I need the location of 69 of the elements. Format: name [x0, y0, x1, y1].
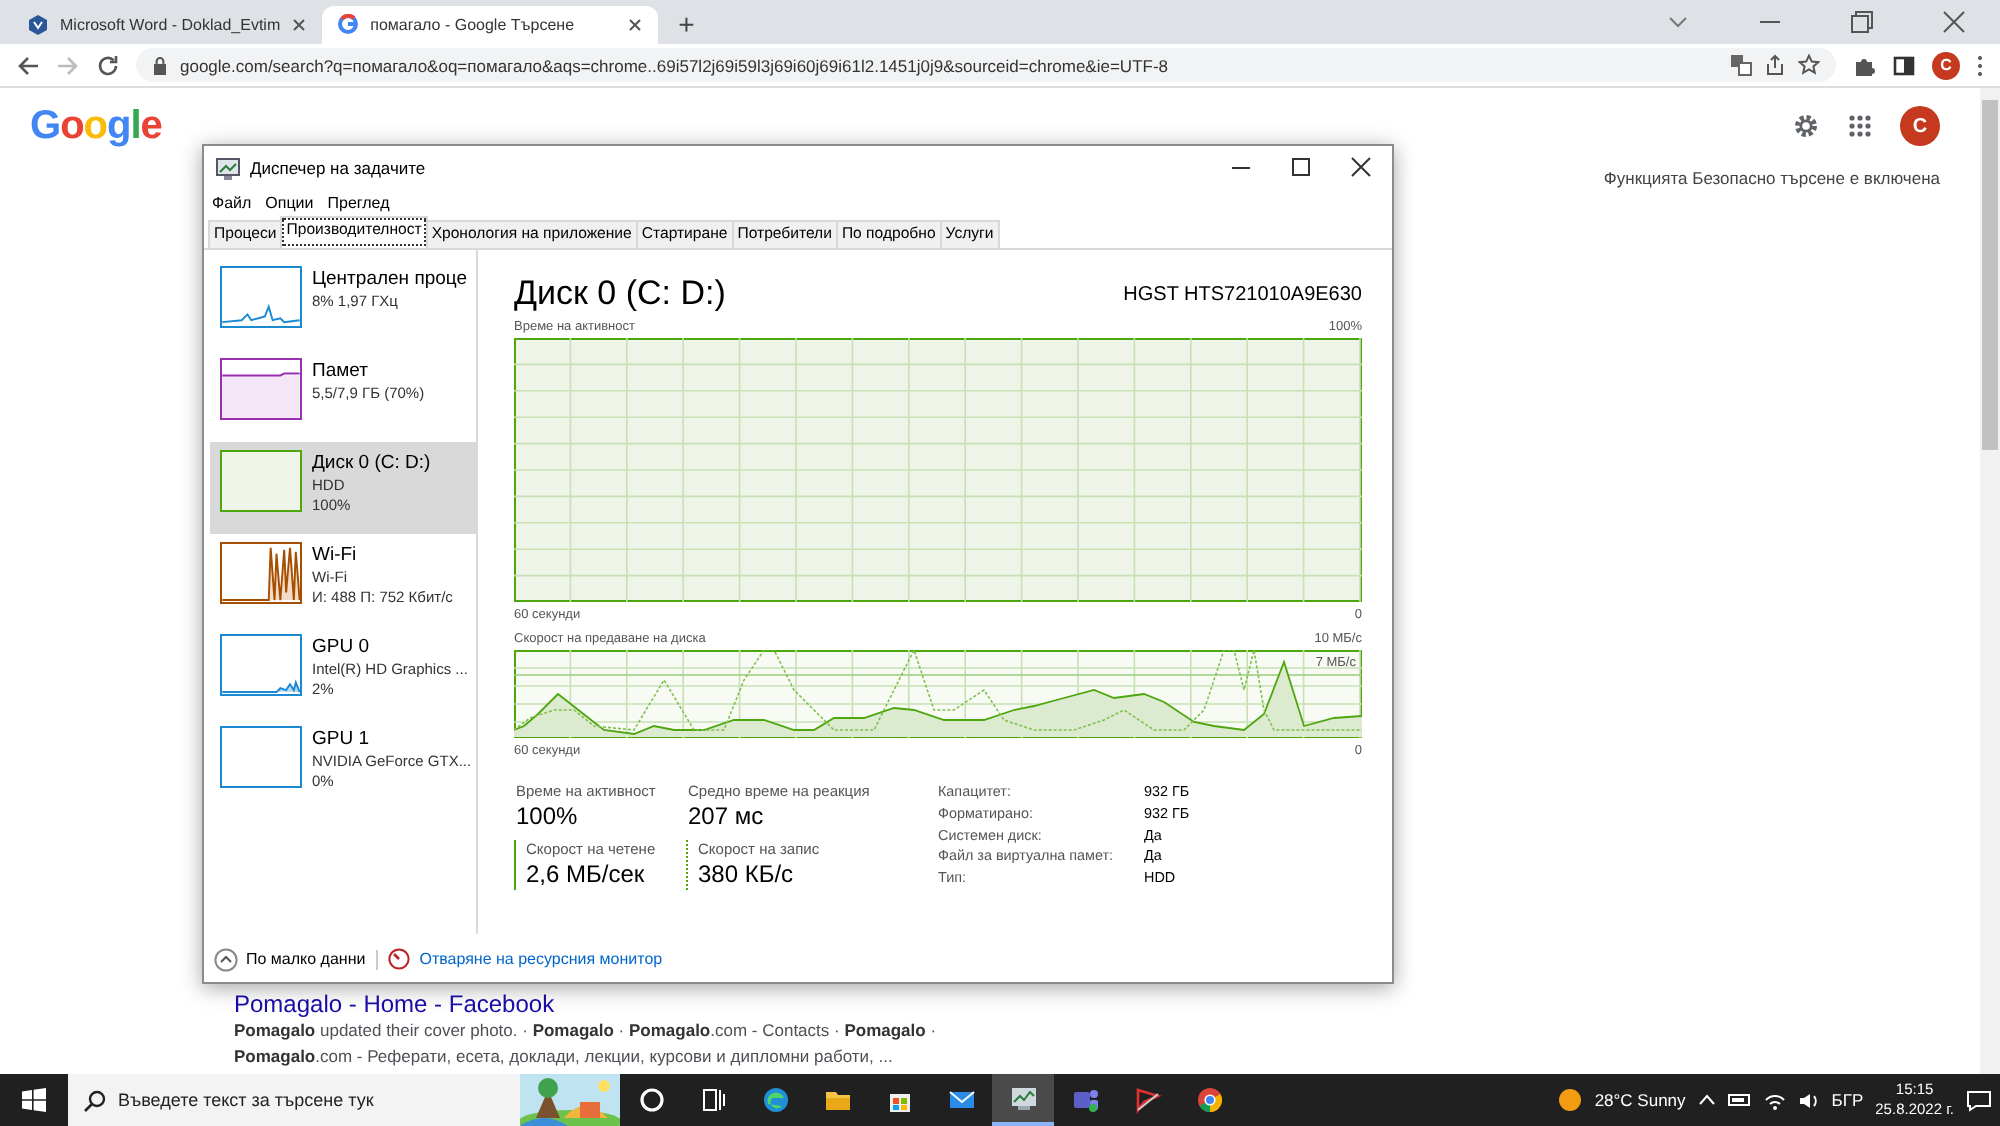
monitor-chart-icon[interactable]	[1009, 1084, 1037, 1112]
result-snippet: Pomagalo.com - Реферати, есета, доклади, лекции, курсови и дипломни работи, ...	[234, 1044, 893, 1070]
translate-icon[interactable]	[1730, 54, 1752, 76]
safe-search-notice: Функцията Безопасно търсене е включена	[1603, 168, 1940, 188]
language-indicator[interactable]: БГР	[1831, 1090, 1864, 1110]
result-snippet: Pomagalo updated their cover photo. · Pomagalo · Pomagalo.com - Contacts · Pomagalo ·	[234, 1018, 937, 1044]
flag-icon[interactable]	[1133, 1086, 1161, 1114]
google-logo[interactable]: Google	[30, 103, 162, 149]
reload-icon[interactable]	[96, 53, 120, 77]
task-view-icon[interactable]	[699, 1086, 727, 1114]
lock-icon	[152, 55, 168, 75]
resource-name: GPU 0	[312, 634, 372, 660]
url-text: google.com/search?q=помагало&oq=помагало&aqs=chrome..69i57l2j69i59l3j69i60j69i61l2.1451j0j9&sourceid=chrome&ie=UTF-8	[180, 55, 1171, 75]
menu-item[interactable]: Файл	[212, 194, 252, 214]
resource-name: Памет	[312, 358, 370, 384]
battery-icon[interactable]	[1727, 1092, 1752, 1108]
resource-name: Централен проце	[312, 266, 468, 292]
resource-monitor-link[interactable]: Отваряне на ресурсния монитор	[419, 950, 663, 968]
menu-item[interactable]: Преглед	[327, 194, 390, 214]
result-title-link[interactable]: Pomagalo - Home - Facebook	[234, 990, 555, 1018]
speaker-icon[interactable]	[1797, 1091, 1820, 1109]
windows-logo-icon[interactable]	[22, 1088, 46, 1112]
resource-name: GPU 1	[312, 726, 372, 752]
people-icon[interactable]	[1071, 1086, 1099, 1114]
scrollbar[interactable]	[1980, 88, 2000, 1074]
monitor-chart-icon	[216, 157, 240, 179]
sidebar-icon[interactable]	[1892, 53, 1916, 77]
disk-model: HGST HTS721010A9E630	[1123, 284, 1362, 310]
close-icon[interactable]	[628, 18, 643, 32]
resource-name: Wi-Fi	[312, 542, 359, 568]
settings-icon[interactable]	[1792, 112, 1820, 140]
wifi-icon[interactable]	[1763, 1091, 1786, 1109]
sun-icon[interactable]	[1558, 1088, 1583, 1112]
new-tab-button[interactable]: +	[678, 10, 695, 38]
chrome-logo-icon[interactable]	[1195, 1086, 1223, 1114]
search-icon	[84, 1089, 106, 1111]
fewer-details-button[interactable]: По малко данни	[214, 947, 366, 971]
profile-avatar[interactable]: C	[1932, 51, 1960, 79]
browser-swirl-icon[interactable]	[761, 1086, 789, 1114]
window-title: Диспечер на задачите	[250, 158, 428, 178]
folder-icon[interactable]	[823, 1086, 851, 1114]
share-icon[interactable]	[1764, 54, 1786, 76]
circle-icon[interactable]	[637, 1086, 665, 1114]
browser-tab[interactable]: помагало - Google Търсене	[322, 6, 659, 44]
menu-icon[interactable]	[1976, 53, 1984, 77]
menu-item[interactable]: Опции	[265, 194, 314, 214]
apps-grid-icon[interactable]	[1848, 114, 1872, 138]
resource-name: Диск 0 (C: D:)	[312, 450, 431, 476]
notification-icon[interactable]	[1966, 1089, 1992, 1111]
stat-value: 380 КБ/с	[698, 858, 796, 890]
word-logo-icon	[28, 14, 48, 36]
close-icon[interactable]	[292, 18, 307, 32]
address-bar[interactable]: google.com/search?q=помагало&oq=помагало&aqs=chrome..69i57l2j69i59l3j69i60j69i61l2.1451j0j9&sourceid=chrome&ie=UTF-8	[136, 48, 1836, 82]
back-arrow-icon[interactable]	[16, 53, 40, 77]
chevron-up-icon	[214, 947, 238, 971]
browser-tab[interactable]: Microsoft Word - Doklad_Evtim	[12, 6, 323, 44]
taskbar-search-field[interactable]: Въведете текст за търсене тук	[68, 1074, 620, 1126]
mail-icon[interactable]	[947, 1086, 975, 1114]
account-avatar[interactable]: C	[1900, 106, 1940, 146]
disk-title: Диск 0 (C: D:)	[514, 274, 726, 314]
google-logo-icon	[338, 14, 359, 36]
chevron-up-icon[interactable]	[1697, 1092, 1716, 1108]
puzzle-icon[interactable]	[1852, 53, 1876, 77]
star-icon[interactable]	[1798, 54, 1820, 76]
stat-value: 2,6 МБ/сек	[526, 858, 647, 890]
gauge-icon	[387, 948, 410, 970]
weather-text[interactable]: 28°C Sunny	[1594, 1090, 1686, 1110]
stat-value: 100%	[516, 800, 580, 832]
stat-value: 207 мс	[688, 800, 766, 832]
